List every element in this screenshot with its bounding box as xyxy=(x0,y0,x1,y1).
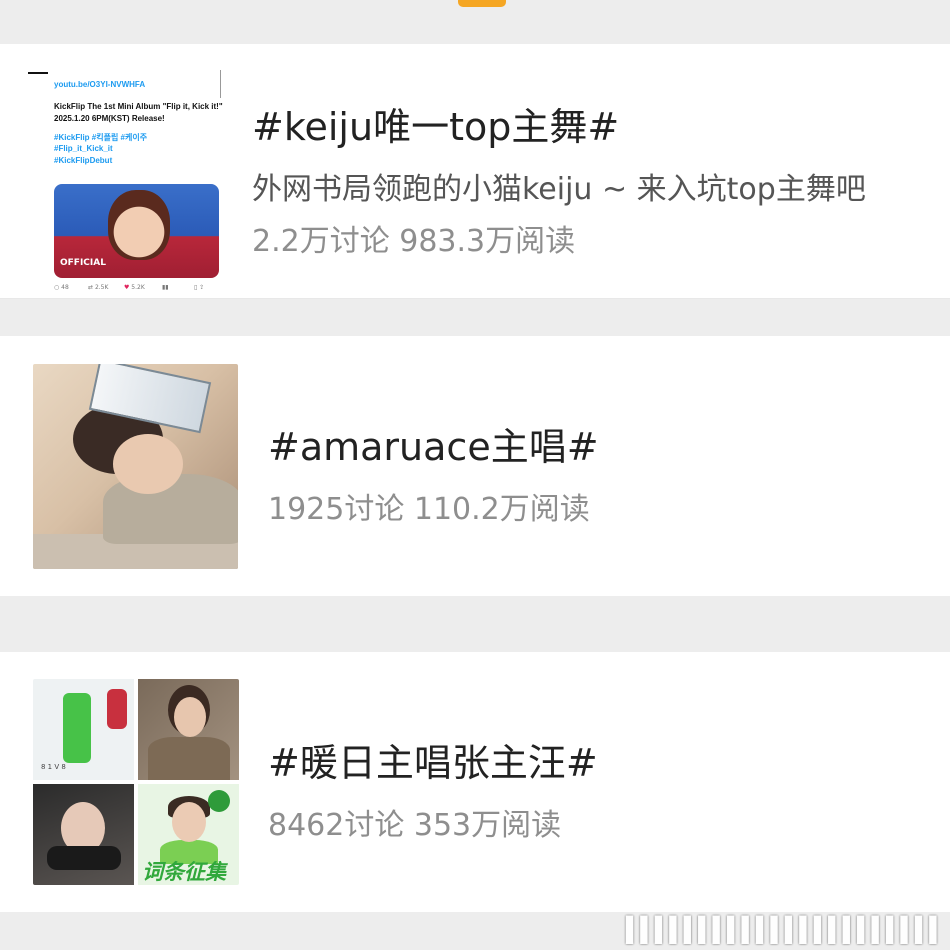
tweet-text-line: 2025.1.20 6PM(KST) Release! xyxy=(54,114,165,123)
divider xyxy=(28,72,48,74)
grid-image: 8 1 V 8 xyxy=(33,679,134,780)
tweet-hashtags: #KickFlip #킥플립 #케이주 xyxy=(54,133,148,142)
topic-card-amaruace[interactable]: #amaruace主唱# 1925讨论 110.2万阅读 xyxy=(0,336,950,596)
topic-title[interactable]: #keiju唯一top主舞# xyxy=(252,96,619,151)
topic-thumbnail: youtu.be/O3YI-NVWHFA KickFlip The 1st Mi… xyxy=(28,66,224,298)
grid-image xyxy=(138,679,239,780)
like-count: ♥ 5.2K xyxy=(124,284,145,291)
tweet-actions: ○ 48 ⇄ 2.5K ♥ 5.2K ▮▮ ▯ ⇪ xyxy=(54,284,224,294)
topic-description: 外网书局领跑的小猫keiju ~ 来入坑top主舞吧 xyxy=(252,172,866,207)
photo-element xyxy=(113,434,183,494)
tweet-text-line: KickFlip The 1st Mini Album "Flip it, Ki… xyxy=(54,102,223,111)
bookmark-icon: ▯ ⇪ xyxy=(194,284,205,291)
photo-caption: OFFICIAL xyxy=(60,258,106,268)
reply-count: ○ 48 xyxy=(54,284,69,291)
grid-image xyxy=(33,784,134,885)
retweet-count: ⇄ 2.5K xyxy=(88,284,109,291)
grid-image: 词条征集 xyxy=(138,784,239,885)
topic-title[interactable]: #暖日主唱张主汪# xyxy=(268,732,598,787)
watermark-icon: ▌▌▌▌▌▌▌▌▌▌▌▌▌▌▌▌▌▌▌▌▌▌ xyxy=(626,916,944,944)
portrait xyxy=(108,190,170,260)
topic-thumbnail-grid: 8 1 V 8 词条征集 xyxy=(33,679,239,885)
divider xyxy=(220,70,221,98)
grid-caption: 词条征集 xyxy=(142,860,226,884)
tweet-hashtags: #Flip_it_Kick_it xyxy=(54,144,113,153)
tweet-link: youtu.be/O3YI-NVWHFA xyxy=(54,80,146,89)
tweet-photo: OFFICIAL xyxy=(54,184,219,278)
topic-title[interactable]: #amaruace主唱# xyxy=(268,416,599,471)
topic-stats: 8462讨论 353万阅读 xyxy=(268,808,562,843)
stats-icon: ▮▮ xyxy=(162,284,169,291)
topic-card-nuanri[interactable]: 8 1 V 8 词条征集 #暖日主唱张主汪# 8462讨论 353万阅读 xyxy=(0,652,950,912)
tweet-hashtags: #KickFlipDebut xyxy=(54,156,113,165)
topic-stats: 1925讨论 110.2万阅读 xyxy=(268,492,590,527)
topic-card-keiju[interactable]: youtu.be/O3YI-NVWHFA KickFlip The 1st Mi… xyxy=(0,44,950,299)
topic-thumbnail xyxy=(33,364,238,569)
tab-indicator xyxy=(458,0,506,7)
topic-stats: 2.2万讨论 983.3万阅读 xyxy=(252,224,576,259)
